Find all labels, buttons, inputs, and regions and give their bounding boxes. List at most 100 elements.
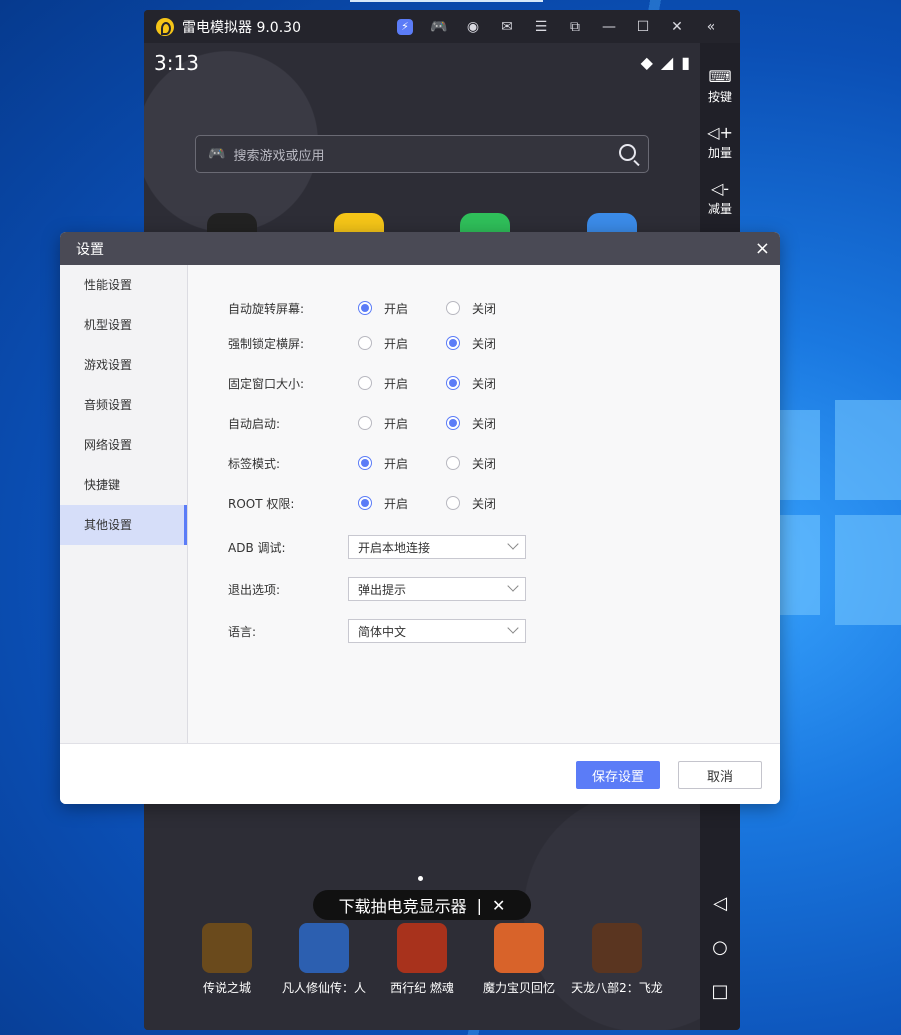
radio-button[interactable] [358, 496, 372, 510]
dialog-title: 设置 [76, 241, 104, 258]
chevron-down-icon [507, 622, 519, 634]
radio-on[interactable]: 开启 [358, 415, 446, 432]
radio-button[interactable] [358, 416, 372, 430]
close-icon[interactable]: ✕ [492, 896, 505, 915]
radio-on[interactable]: 开启 [358, 335, 446, 352]
maximize-icon[interactable]: ☐ [626, 10, 660, 43]
battery-icon: ▮ [681, 53, 690, 72]
settings-content: 自动旋转屏幕: 开启 关闭 强制锁定横屏: 开启 关闭 固定窗口大小: 开启 关… [188, 265, 780, 743]
gamepad-icon[interactable]: 🎮 [422, 10, 456, 43]
radio-off[interactable]: 关闭 [446, 335, 534, 352]
radio-button[interactable] [358, 376, 372, 390]
sidebar-item-other[interactable]: 其他设置 [60, 505, 187, 545]
save-settings-button[interactable]: 保存设置 [576, 761, 660, 789]
emulator-titlebar[interactable]: 雷电模拟器 9.0.30 ⚡ 🎮 ◉ ✉ ☰ ⧉ — ☐ ✕ « [144, 10, 740, 43]
app-label: 传说之城 [202, 981, 251, 995]
radio-button[interactable] [358, 336, 372, 350]
radio-label: 开启 [384, 301, 409, 316]
sidebar-item-shortcuts[interactable]: 快捷键 [60, 465, 187, 505]
flash-icon[interactable]: ⚡ [388, 10, 422, 43]
search-icon[interactable] [619, 144, 636, 161]
page-indicator [418, 876, 423, 881]
signal-icon: ◢ [660, 53, 674, 72]
exit-option-select[interactable]: 弹出提示 [348, 577, 526, 601]
keymap-label: 按键 [707, 90, 732, 104]
keyboard-icon: ⌨ [708, 67, 732, 86]
radio-button[interactable] [446, 336, 460, 350]
settings-dialog: 设置 × 性能设置 机型设置 游戏设置 音频设置 网络设置 快捷键 其他设置 自… [60, 232, 780, 804]
setting-row-exit: 退出选项: 弹出提示 [228, 577, 526, 601]
sidebar-item-model[interactable]: 机型设置 [60, 305, 187, 345]
sidebar-item-audio[interactable]: 音频设置 [60, 385, 187, 425]
radio-on[interactable]: 开启 [358, 495, 446, 512]
chevron-down-icon [507, 580, 519, 592]
setting-row-language: 语言: 简体中文 [228, 619, 526, 643]
close-icon[interactable]: × [755, 238, 770, 259]
app-label: 魔力宝贝回忆 [482, 981, 555, 995]
home-icon[interactable]: ○ [700, 937, 740, 958]
dock-app[interactable]: 西行纪 燃魂 [374, 923, 470, 996]
radio-button[interactable] [446, 456, 460, 470]
radio-off[interactable]: 关闭 [446, 495, 534, 512]
keymap-button[interactable]: ⌨ 按键 [700, 67, 740, 105]
radio-label: 关闭 [472, 376, 497, 391]
volume-up-icon: ◁+ [707, 123, 733, 142]
setting-label: ADB 调试: [228, 540, 286, 555]
app-icon [299, 923, 349, 973]
ldplayer-logo-icon [156, 17, 174, 36]
mail-icon[interactable]: ✉ [490, 10, 524, 43]
setting-row-adb: ADB 调试: 开启本地连接 [228, 535, 526, 559]
sidebar-item-game[interactable]: 游戏设置 [60, 345, 187, 385]
sidebar-item-network[interactable]: 网络设置 [60, 425, 187, 465]
dock-app[interactable]: 凡人修仙传：人 [276, 923, 372, 996]
volume-down-button[interactable]: ◁- 减量 [700, 179, 740, 217]
dock-app[interactable]: 天龙八部2：飞龙 [569, 923, 665, 996]
promo-banner[interactable]: 下载抽电竞显示器 | ✕ [313, 890, 531, 920]
setting-row-fixed-window: 固定窗口大小: 开启 关闭 [228, 373, 534, 393]
screenshot-icon[interactable]: ⧉ [558, 10, 592, 43]
radio-on[interactable]: 开启 [358, 455, 446, 472]
dialog-footer: 保存设置 取消 [60, 743, 780, 804]
collapse-icon[interactable]: « [694, 10, 728, 43]
setting-label: 自动旋转屏幕: [228, 301, 305, 316]
radio-off[interactable]: 关闭 [446, 300, 534, 317]
user-icon[interactable]: ◉ [456, 10, 490, 43]
dock-app[interactable]: 魔力宝贝回忆 [471, 923, 567, 996]
dock-app[interactable]: 传说之城 [179, 923, 275, 996]
radio-button[interactable] [446, 301, 460, 315]
radio-button[interactable] [446, 416, 460, 430]
radio-button[interactable] [446, 376, 460, 390]
radio-label: 开启 [384, 336, 409, 351]
volume-up-button[interactable]: ◁+ 加量 [700, 123, 740, 161]
radio-off[interactable]: 关闭 [446, 375, 534, 392]
sidebar-item-performance[interactable]: 性能设置 [60, 265, 187, 305]
setting-label: 语言: [228, 624, 257, 639]
radio-on[interactable]: 开启 [358, 300, 446, 317]
radio-off[interactable]: 关闭 [446, 415, 534, 432]
taskbar-highlight [350, 0, 543, 2]
radio-button[interactable] [358, 456, 372, 470]
recents-icon[interactable]: □ [700, 981, 740, 1002]
adb-select[interactable]: 开启本地连接 [348, 535, 526, 559]
radio-button[interactable] [358, 301, 372, 315]
back-icon[interactable]: ◁ [700, 893, 740, 914]
radio-label: 关闭 [472, 416, 497, 431]
cancel-button[interactable]: 取消 [678, 761, 762, 789]
setting-row-root: ROOT 权限: 开启 关闭 [228, 493, 534, 513]
setting-label: 强制锁定横屏: [228, 336, 305, 351]
volume-down-icon: ◁- [710, 179, 730, 198]
radio-off[interactable]: 关闭 [446, 455, 534, 472]
minimize-icon[interactable]: — [592, 10, 626, 43]
radio-button[interactable] [446, 496, 460, 510]
language-select[interactable]: 简体中文 [348, 619, 526, 643]
app-icon [202, 923, 252, 973]
close-icon[interactable]: ✕ [660, 10, 694, 43]
radio-label: 开启 [384, 376, 409, 391]
setting-label: 自动启动: [228, 416, 281, 431]
setting-row-force-landscape: 强制锁定横屏: 开启 关闭 [228, 333, 534, 353]
search-input[interactable]: 🎮 搜索游戏或应用 [195, 135, 649, 173]
setting-row-auto-rotate: 自动旋转屏幕: 开启 关闭 [228, 298, 534, 318]
radio-on[interactable]: 开启 [358, 375, 446, 392]
menu-icon[interactable]: ☰ [524, 10, 558, 43]
select-value: 简体中文 [358, 624, 407, 639]
